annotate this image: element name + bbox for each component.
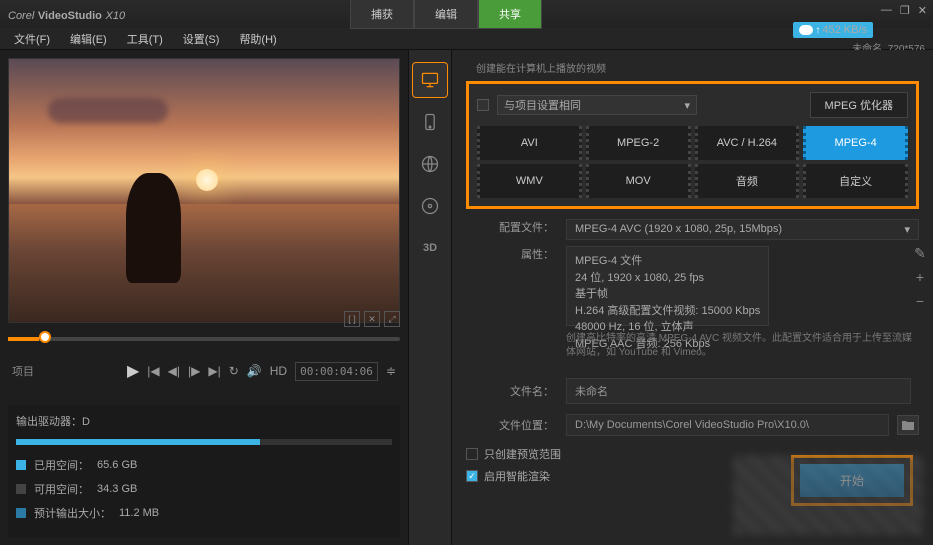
format-mpeg2[interactable]: MPEG-2 <box>586 126 691 160</box>
tab-edit[interactable]: 编辑 <box>414 0 478 29</box>
end-button[interactable]: ▶| <box>208 364 220 378</box>
preview-mode-label[interactable]: 项目 <box>12 363 34 379</box>
attributes-display: MPEG-4 文件 24 位, 1920 x 1080, 25 fps 基于帧 … <box>566 246 769 326</box>
cloud-icon <box>799 25 813 35</box>
timeline[interactable]: [ ] ✕ ⤢ <box>8 329 400 349</box>
target-device[interactable] <box>412 104 448 140</box>
tab-share[interactable]: 共享 <box>478 0 542 29</box>
filename-input[interactable]: 未命名 <box>566 378 911 404</box>
export-panel: 创建能在计算机上播放的视频 与项目设置相同▾ MPEG 优化器 AVI MPEG… <box>452 50 933 545</box>
close-icon[interactable]: ✕ <box>918 4 927 17</box>
playback-controls: 项目 ▶ |◀ ◀| |▶ ▶| ↻ 🔊 HD 00:00:04:06 ≑ <box>8 357 400 385</box>
format-custom[interactable]: 自定义 <box>803 164 908 198</box>
project-profile-select[interactable]: 与项目设置相同▾ <box>497 95 697 115</box>
fullscreen-button[interactable]: ⤢ <box>384 311 400 327</box>
preview-range-label: 只创建预览范围 <box>484 446 561 462</box>
menu-settings[interactable]: 设置(S) <box>175 29 228 49</box>
remove-profile-button[interactable]: − <box>911 293 929 311</box>
output-swatch <box>16 508 26 518</box>
redacted-area <box>733 455 923 535</box>
target-computer[interactable] <box>412 62 448 98</box>
format-audio[interactable]: 音频 <box>695 164 800 198</box>
next-frame-button[interactable]: |▶ <box>188 364 200 378</box>
maximize-icon[interactable]: ❐ <box>900 4 910 17</box>
format-mpeg4[interactable]: MPEG-4 <box>803 126 908 160</box>
menu-tools[interactable]: 工具(T) <box>119 29 171 49</box>
drive-usage-bar <box>16 439 392 445</box>
menu-file[interactable]: 文件(F) <box>6 29 58 49</box>
prev-frame-button[interactable]: ◀| <box>168 364 180 378</box>
playhead[interactable] <box>39 331 51 343</box>
timecode-display[interactable]: 00:00:04:06 <box>295 362 378 381</box>
panel-title: 创建能在计算机上播放的视频 <box>476 60 919 75</box>
smart-render-checkbox[interactable] <box>466 470 478 482</box>
home-button[interactable]: |◀ <box>147 364 159 378</box>
smart-render-label: 启用智能渲染 <box>484 468 550 484</box>
drive-panel: 输出驱动器：D 已用空间：65.6 GB 可用空间：34.3 GB 预计输出大小… <box>8 405 400 537</box>
attributes-label: 属性： <box>466 246 566 326</box>
mark-in-button[interactable]: [ ] <box>344 311 360 327</box>
chevron-down-icon: ▾ <box>904 223 910 236</box>
volume-button[interactable]: 🔊 <box>247 364 262 378</box>
left-panel: [ ] ✕ ⤢ 项目 ▶ |◀ ◀| |▶ ▶| ↻ 🔊 HD 00:00:04… <box>0 50 408 545</box>
target-disc[interactable] <box>412 188 448 224</box>
menu-edit[interactable]: 编辑(E) <box>62 29 115 49</box>
hd-toggle[interactable]: HD <box>270 364 287 378</box>
minimize-icon[interactable]: — <box>881 4 892 17</box>
mpeg-optimizer-button[interactable]: MPEG 优化器 <box>810 92 908 118</box>
location-label: 文件位置： <box>466 417 566 433</box>
edit-profile-button[interactable]: ✎ <box>911 245 929 263</box>
format-avi[interactable]: AVI <box>477 126 582 160</box>
browse-folder-button[interactable] <box>897 415 919 435</box>
timecode-stepper[interactable]: ≑ <box>386 364 396 378</box>
filename-label: 文件名： <box>466 383 566 399</box>
play-button[interactable]: ▶ <box>127 361 139 381</box>
app-logo: Corel VideoStudio X10 <box>8 7 125 22</box>
used-swatch <box>16 460 26 470</box>
tab-capture[interactable]: 捕获 <box>350 0 414 29</box>
upload-speed-badge[interactable]: ↑452 KB/s <box>793 22 873 38</box>
format-avc[interactable]: AVC / H.264 <box>695 126 800 160</box>
add-profile-button[interactable]: + <box>911 269 929 287</box>
preview-range-checkbox[interactable] <box>466 448 478 460</box>
same-as-project-checkbox[interactable] <box>477 99 489 111</box>
share-target-sidebar: 3D <box>408 50 452 545</box>
format-selection-box: 与项目设置相同▾ MPEG 优化器 AVI MPEG-2 AVC / H.264… <box>466 81 919 209</box>
window-controls: — ❐ ✕ <box>881 4 927 17</box>
target-web[interactable] <box>412 146 448 182</box>
top-tabs: 捕获 编辑 共享 <box>350 0 542 29</box>
profile-dropdown[interactable]: MPEG-4 AVC (1920 x 1080, 25p, 15Mbps)▾ <box>566 219 919 240</box>
video-preview[interactable] <box>8 58 400 323</box>
profile-label: 配置文件： <box>466 219 566 240</box>
drive-title: 输出驱动器：D <box>16 413 392 429</box>
format-mov[interactable]: MOV <box>586 164 691 198</box>
format-wmv[interactable]: WMV <box>477 164 582 198</box>
cut-button[interactable]: ✕ <box>364 311 380 327</box>
free-swatch <box>16 484 26 494</box>
location-input[interactable]: D:\My Documents\Corel VideoStudio Pro\X1… <box>566 414 889 436</box>
target-3d[interactable]: 3D <box>412 230 448 266</box>
loop-button[interactable]: ↻ <box>229 364 239 378</box>
menu-help[interactable]: 帮助(H) <box>231 29 284 49</box>
